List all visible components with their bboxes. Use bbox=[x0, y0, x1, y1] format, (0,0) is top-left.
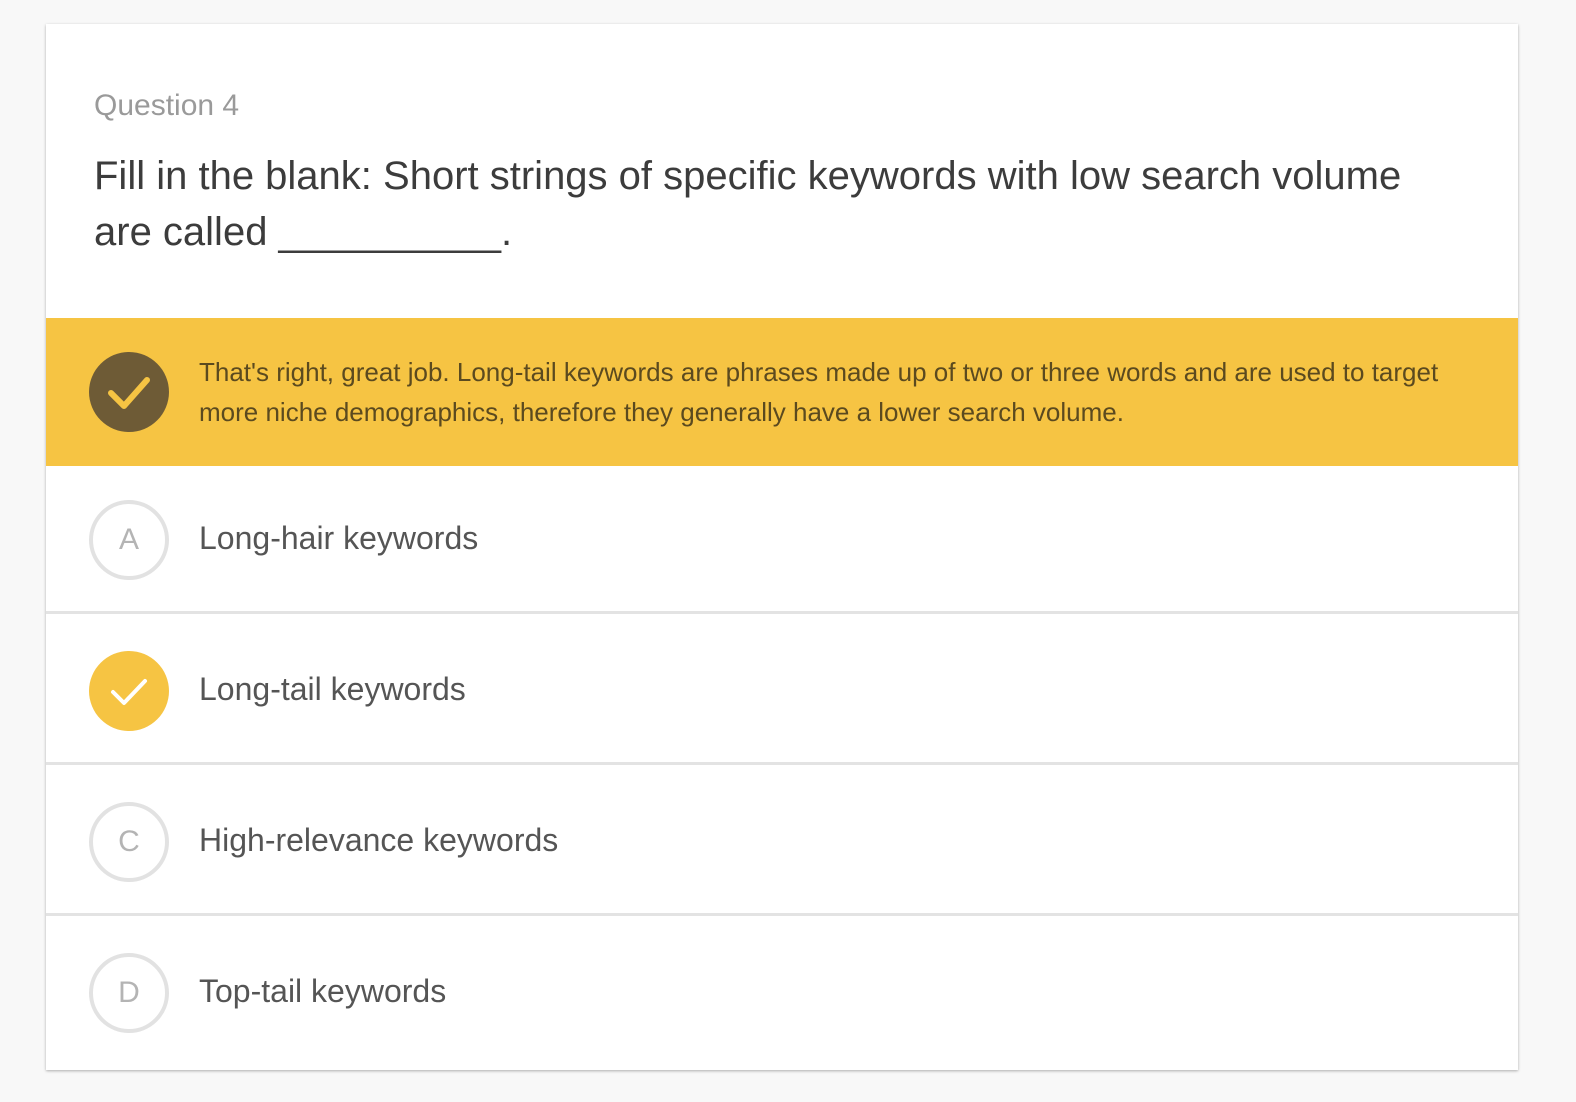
feedback-banner: That's right, great job. Long-tail keywo… bbox=[46, 318, 1518, 466]
option-label-d: Top-tail keywords bbox=[199, 973, 447, 1009]
question-header: Question 4 Fill in the blank: Short stri… bbox=[46, 24, 1518, 318]
feedback-text: That's right, great job. Long-tail keywo… bbox=[199, 357, 1439, 427]
question-card: Question 4 Fill in the blank: Short stri… bbox=[46, 24, 1518, 1070]
option-label-a: Long-hair keywords bbox=[199, 520, 479, 556]
option-label-b: Long-tail keywords bbox=[199, 671, 466, 707]
option-letter-d: D bbox=[89, 953, 169, 1033]
question-number: Question 4 bbox=[94, 89, 240, 122]
option-c[interactable]: C High-relevance keywords bbox=[46, 768, 1518, 916]
option-label-c: High-relevance keywords bbox=[199, 822, 559, 858]
question-text: Fill in the blank: Short strings of spec… bbox=[94, 154, 1402, 254]
selected-check-icon bbox=[89, 651, 169, 731]
option-letter-c: C bbox=[89, 802, 169, 882]
option-d[interactable]: D Top-tail keywords bbox=[46, 919, 1518, 1070]
option-a[interactable]: A Long-hair keywords bbox=[46, 466, 1518, 614]
check-icon bbox=[89, 352, 169, 432]
option-b[interactable]: Long-tail keywords bbox=[46, 617, 1518, 765]
option-letter-a: A bbox=[89, 500, 169, 580]
